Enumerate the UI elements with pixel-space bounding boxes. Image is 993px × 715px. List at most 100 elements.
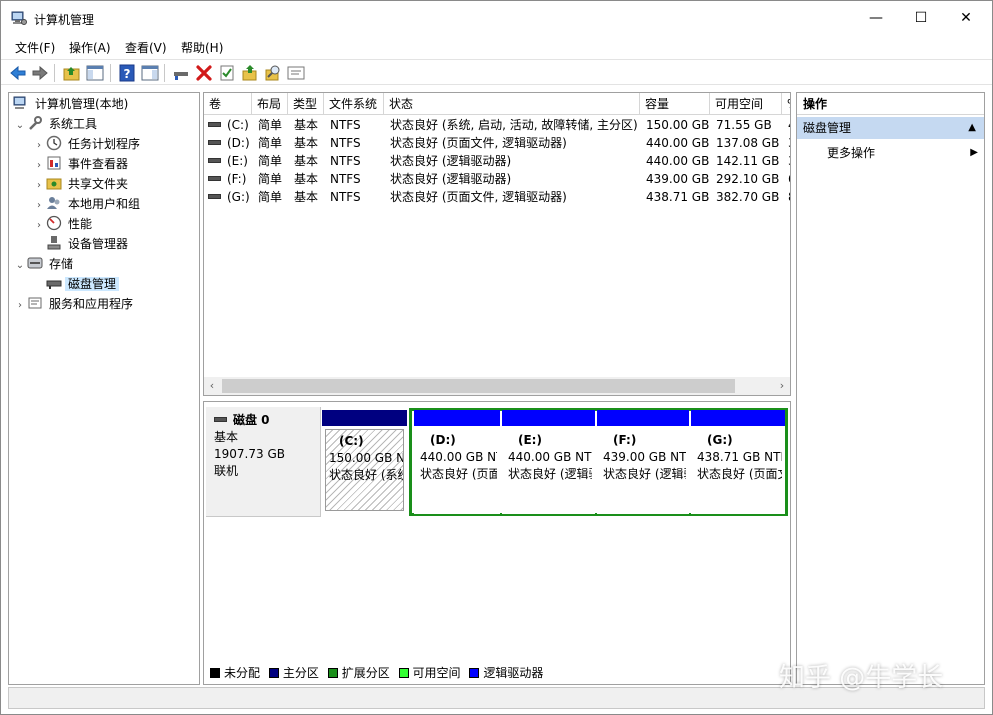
table-row[interactable]: (D:) 简单 基本 NTFS 状态良好 (页面文件, 逻辑驱动器) 440.00 GB 1…: [204, 134, 790, 152]
back-icon[interactable]: [8, 63, 28, 83]
cell-status: 状态良好 (页面文件, 逻辑驱动器): [390, 188, 640, 206]
cell-percent: 8: [788, 188, 790, 206]
tree-item-local-users[interactable]: › 本地用户和组: [32, 194, 143, 214]
table-row[interactable]: (C:) 简单 基本 NTFS 状态良好 (系统, 启动, 活动, 故障转储, 主分区)…: [204, 116, 790, 134]
actions-section-label: 磁盘管理: [803, 121, 852, 135]
volume-icon: [208, 122, 221, 127]
legend-extended: 扩展分区: [327, 664, 390, 681]
cell-text: 基本: [294, 190, 319, 204]
close-button[interactable]: ✕: [943, 1, 989, 35]
disk-info[interactable]: 磁盘 0 基本 1907.73 GB 联机: [206, 407, 321, 517]
cell-text: 440.00 GB: [646, 136, 710, 150]
table-row[interactable]: (F:) 简单 基本 NTFS 状态良好 (逻辑驱动器) 439.00 GB 292.10 …: [204, 170, 790, 188]
legend-logical-drive: 逻辑驱动器: [469, 664, 543, 681]
cell-text: 137.08 GB: [716, 136, 780, 150]
legend-primary: 主分区: [268, 664, 319, 681]
menu-file[interactable]: 文件(F): [15, 39, 55, 56]
chevron-down-icon[interactable]: ⌄: [13, 116, 27, 136]
scroll-right-icon[interactable]: ›: [774, 377, 790, 395]
partition-e[interactable]: (E:) 440.00 GB NTFS 状态良好 (逻辑驱动器): [502, 410, 595, 514]
column-header-status[interactable]: 状态: [384, 93, 640, 115]
cell-text: 4: [788, 118, 790, 132]
cell-capacity: 150.00 GB: [646, 116, 710, 134]
partition-f[interactable]: (F:) 439.00 GB NTFS 状态良好 (逻辑驱动器): [597, 410, 689, 514]
cell-text: 3: [788, 136, 790, 150]
column-header-percent[interactable]: %: [782, 93, 790, 115]
tree-item-event-viewer[interactable]: › 事件查看器: [32, 154, 131, 174]
partition-g[interactable]: (G:) 438.71 GB NTFS 状态良好 (页面文件, 逻辑驱动器): [691, 410, 785, 514]
table-row[interactable]: (G:) 简单 基本 NTFS 状态良好 (页面文件, 逻辑驱动器) 438.71 GB 3…: [204, 188, 790, 206]
column-header-layout[interactable]: 布局: [252, 93, 288, 115]
cell-text: 状态良好 (逻辑驱动器): [390, 172, 512, 186]
tools-icon: [29, 116, 42, 130]
cell-text: 440.00 GB: [646, 154, 710, 168]
tree-item-shared-folders[interactable]: › 共享文件夹: [32, 174, 131, 194]
cell-percent: 3: [788, 134, 790, 152]
maximize-button[interactable]: ☐: [898, 1, 944, 35]
connect-icon[interactable]: [171, 63, 191, 83]
chevron-right-icon[interactable]: ›: [32, 136, 46, 156]
tree-item-system-tools[interactable]: ⌄ 系统工具: [13, 114, 100, 134]
cell-volume: (F:): [208, 170, 252, 188]
actions-section-disk-management[interactable]: 磁盘管理 ▲: [797, 117, 984, 139]
chevron-right-icon[interactable]: ›: [13, 296, 27, 316]
delete-icon[interactable]: [194, 63, 214, 83]
tree-item-performance[interactable]: › 性能: [32, 214, 95, 234]
column-header-capacity[interactable]: 容量: [640, 93, 710, 115]
actions-header: 操作: [797, 93, 984, 115]
partition-d[interactable]: (D:) 440.00 GB NTFS 状态良好 (页面文件, 逻辑驱动器): [414, 410, 500, 514]
disk-state: 联机: [214, 464, 239, 478]
chevron-right-icon[interactable]: ›: [32, 176, 46, 196]
cell-type: 基本: [294, 116, 324, 134]
partition-size: 440.00 GB NTFS: [420, 450, 497, 464]
cell-layout: 简单: [258, 134, 288, 152]
cell-text: 8: [788, 190, 790, 204]
column-header-type[interactable]: 类型: [288, 93, 324, 115]
legend-swatch: [469, 668, 480, 678]
column-header-filesystem[interactable]: 文件系统: [324, 93, 384, 115]
horizontal-scrollbar[interactable]: ‹ ›: [204, 377, 790, 395]
help-icon[interactable]: ?: [117, 63, 137, 83]
toolbar-separator: [54, 64, 55, 82]
check-icon[interactable]: [217, 63, 237, 83]
tree-label: 事件查看器: [68, 157, 129, 171]
computer-management-icon: [13, 96, 26, 109]
cell-text: 439.00 GB: [646, 172, 710, 186]
forward-icon[interactable]: [30, 63, 50, 83]
export-icon[interactable]: [240, 63, 260, 83]
cell-text: 简单: [258, 136, 283, 150]
console-icon[interactable]: [286, 63, 306, 83]
cell-percent: 3: [788, 152, 790, 170]
cell-free-space: 292.10 GB: [716, 170, 782, 188]
chevron-down-icon[interactable]: ⌄: [13, 256, 27, 276]
tree-item-services-apps[interactable]: › 服务和应用程序: [13, 294, 136, 314]
disk-size: 1907.73 GB: [214, 447, 285, 461]
column-header-free-space[interactable]: 可用空间: [710, 93, 782, 115]
menu-view[interactable]: 查看(V): [125, 39, 167, 56]
partition-c[interactable]: (C:) 150.00 GB NTFS 状态良好 (系统, 启动, 活动, 故障…: [322, 410, 407, 514]
tree-item-disk-management[interactable]: 磁盘管理: [46, 274, 120, 294]
search-icon[interactable]: [263, 63, 283, 83]
collapse-up-icon[interactable]: ▲: [968, 117, 976, 139]
more-actions-item[interactable]: 更多操作 ▶: [827, 143, 982, 163]
minimize-button[interactable]: —: [853, 1, 899, 35]
scrollbar-thumb[interactable]: [222, 379, 735, 393]
tree-item-task-scheduler[interactable]: › 任务计划程序: [32, 134, 143, 154]
menu-help[interactable]: 帮助(H): [181, 39, 223, 56]
volume-icon: [208, 176, 221, 181]
chevron-right-icon[interactable]: ›: [32, 156, 46, 176]
scroll-left-icon[interactable]: ‹: [204, 377, 220, 395]
chevron-right-icon[interactable]: ›: [32, 216, 46, 236]
tree-label: 共享文件夹: [68, 177, 129, 191]
window-title: 计算机管理: [34, 13, 95, 27]
table-row[interactable]: (E:) 简单 基本 NTFS 状态良好 (逻辑驱动器) 440.00 GB 142.11 …: [204, 152, 790, 170]
properties-icon[interactable]: [140, 63, 160, 83]
tree-item-computer-management[interactable]: 计算机管理(本地): [13, 94, 131, 114]
up-folder-icon[interactable]: [62, 63, 82, 83]
menu-action[interactable]: 操作(A): [69, 39, 111, 56]
tree-item-storage[interactable]: ⌄ 存储: [13, 254, 76, 274]
tree-item-device-manager[interactable]: 设备管理器: [46, 234, 131, 254]
chevron-right-icon[interactable]: ›: [32, 196, 46, 216]
column-header-volume[interactable]: 卷: [204, 93, 252, 115]
show-hide-tree-icon[interactable]: [85, 63, 105, 83]
